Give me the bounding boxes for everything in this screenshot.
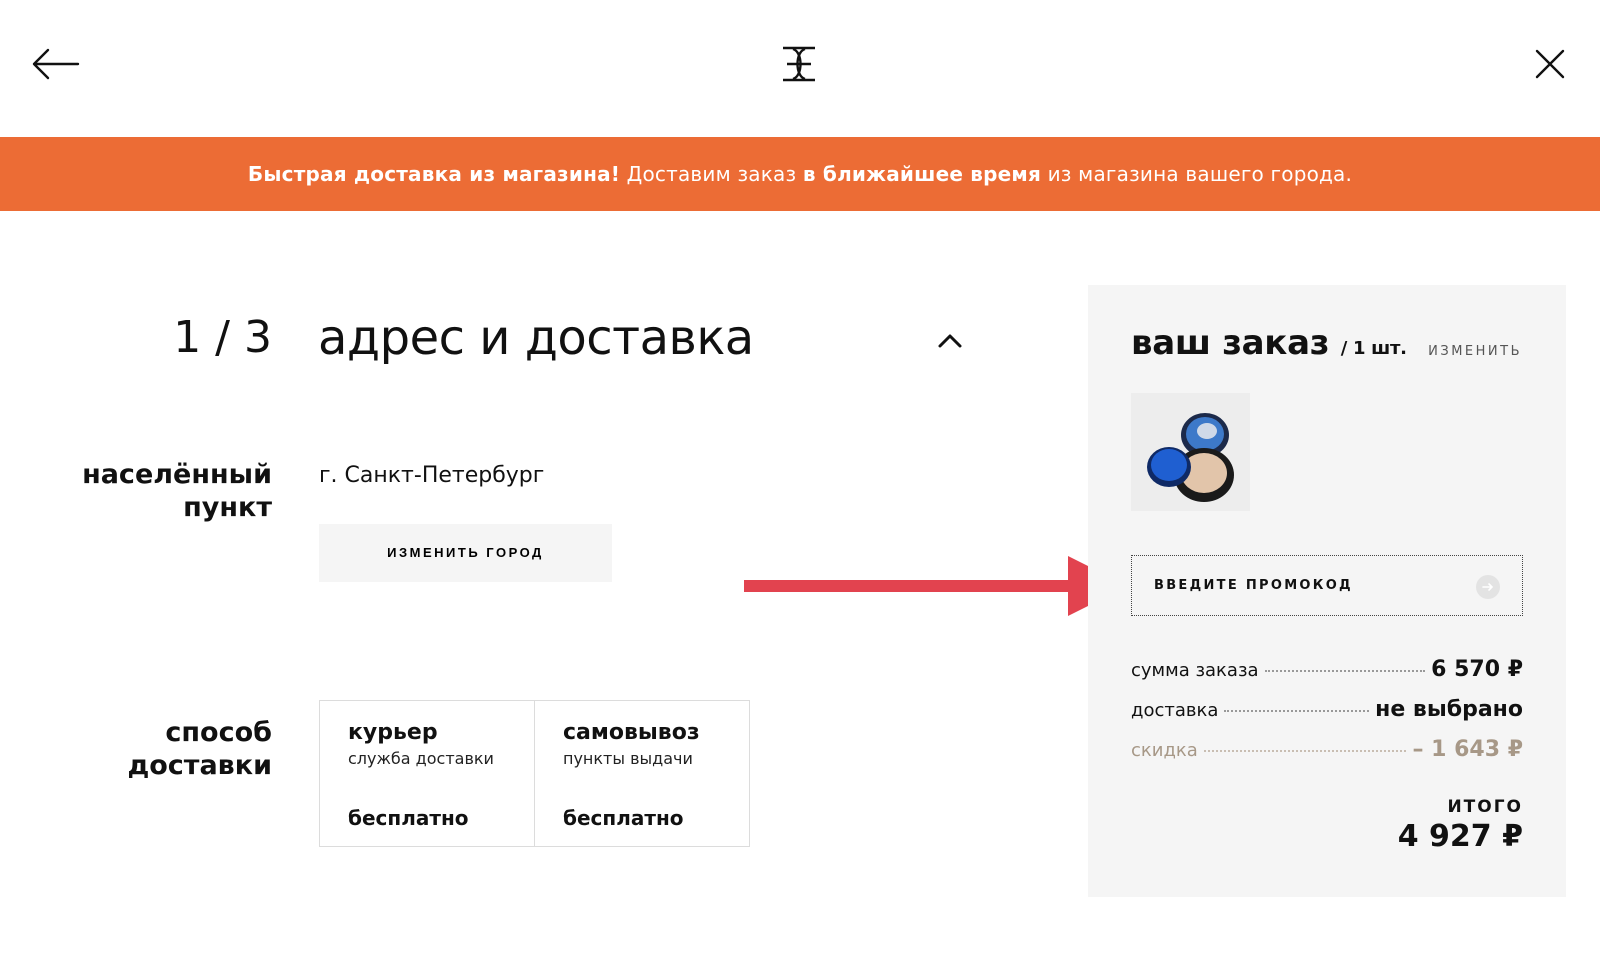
edit-order-link[interactable]: ИЗМЕНИТЬ	[1428, 344, 1522, 359]
chevron-up-icon	[938, 334, 962, 348]
banner-text-end: из магазина вашего города.	[1047, 162, 1353, 186]
total-label: ИТОГО	[1447, 797, 1523, 817]
row-key: скидка	[1131, 740, 1198, 761]
promo-submit-button[interactable]	[1476, 575, 1500, 599]
delivery-label: способ доставки	[60, 716, 272, 782]
row-key: доставка	[1131, 700, 1219, 721]
row-value: – 1 643 ₽	[1412, 737, 1523, 762]
change-city-button[interactable]: ИЗМЕНИТЬ ГОРОД	[319, 524, 612, 582]
dotted-leader	[1264, 670, 1426, 672]
row-value: 6 570 ₽	[1431, 657, 1523, 682]
close-icon	[1535, 49, 1565, 79]
delivery-option-courier[interactable]: курьер служба доставки бесплатно	[320, 701, 534, 846]
option-price: бесплатно	[348, 806, 469, 830]
row-value: не выбрано	[1375, 697, 1523, 722]
order-title-text: ваш заказ	[1131, 323, 1330, 363]
discount-row: скидка – 1 643 ₽	[1131, 737, 1523, 777]
arrow-right-circle-icon	[1482, 583, 1494, 591]
dotted-leader	[1224, 710, 1370, 712]
banner-highlight: Быстрая доставка из магазина!	[247, 162, 621, 186]
delivery-label-line2: доставки	[127, 750, 272, 781]
delivery-label-line1: способ	[165, 717, 272, 748]
header	[0, 0, 1600, 135]
city-label: населённый пункт	[60, 458, 272, 524]
order-title: ваш заказ / 1 шт.	[1131, 323, 1407, 363]
promo-placeholder: ВВЕДИТЕ ПРОМОКОД	[1154, 578, 1353, 593]
collapse-button[interactable]	[934, 328, 966, 352]
row-key: сумма заказа	[1131, 660, 1259, 681]
banner-highlight-time: в ближайшее время	[802, 162, 1042, 186]
subtotal-row: сумма заказа 6 570 ₽	[1131, 657, 1523, 697]
brand-logo-icon[interactable]	[779, 44, 819, 84]
back-button[interactable]	[30, 46, 80, 82]
close-button[interactable]	[1534, 48, 1566, 80]
delivery-row: доставка не выбрано	[1131, 697, 1523, 737]
product-thumbnail[interactable]	[1131, 393, 1250, 511]
option-subtitle: служба доставки	[348, 749, 494, 768]
order-summary-panel: ваш заказ / 1 шт. ИЗМЕНИТЬ ВВЕДИТЕ ПРОМО…	[1088, 285, 1566, 897]
arrow-left-icon	[32, 48, 80, 80]
annotation-arrow-icon	[744, 556, 1128, 616]
order-totals: сумма заказа 6 570 ₽ доставка не выбрано…	[1131, 657, 1523, 777]
delivery-option-pickup[interactable]: самовывоз пункты выдачи бесплатно	[534, 701, 749, 846]
promo-banner: Быстрая доставка из магазина! Доставим з…	[0, 137, 1600, 211]
step-title: адрес и доставка	[318, 310, 754, 366]
promo-code-input[interactable]: ВВЕДИТЕ ПРОМОКОД	[1131, 555, 1523, 616]
step-counter: 1 / 3	[173, 312, 272, 363]
city-label-line2: пункт	[183, 492, 272, 523]
cushion-compact-icon	[1147, 413, 1234, 502]
option-subtitle: пункты выдачи	[563, 749, 693, 768]
city-value: г. Санкт-Петербург	[319, 463, 545, 488]
option-name: курьер	[348, 720, 438, 745]
dotted-leader	[1203, 750, 1407, 752]
option-price: бесплатно	[563, 806, 684, 830]
option-name: самовывоз	[563, 720, 700, 745]
order-item-count: / 1 шт.	[1340, 338, 1407, 359]
banner-text: Доставим заказ	[626, 162, 797, 186]
total-value: 4 927 ₽	[1397, 819, 1523, 854]
delivery-options: курьер служба доставки бесплатно самовыв…	[319, 700, 750, 847]
city-label-line1: населённый	[82, 459, 272, 490]
